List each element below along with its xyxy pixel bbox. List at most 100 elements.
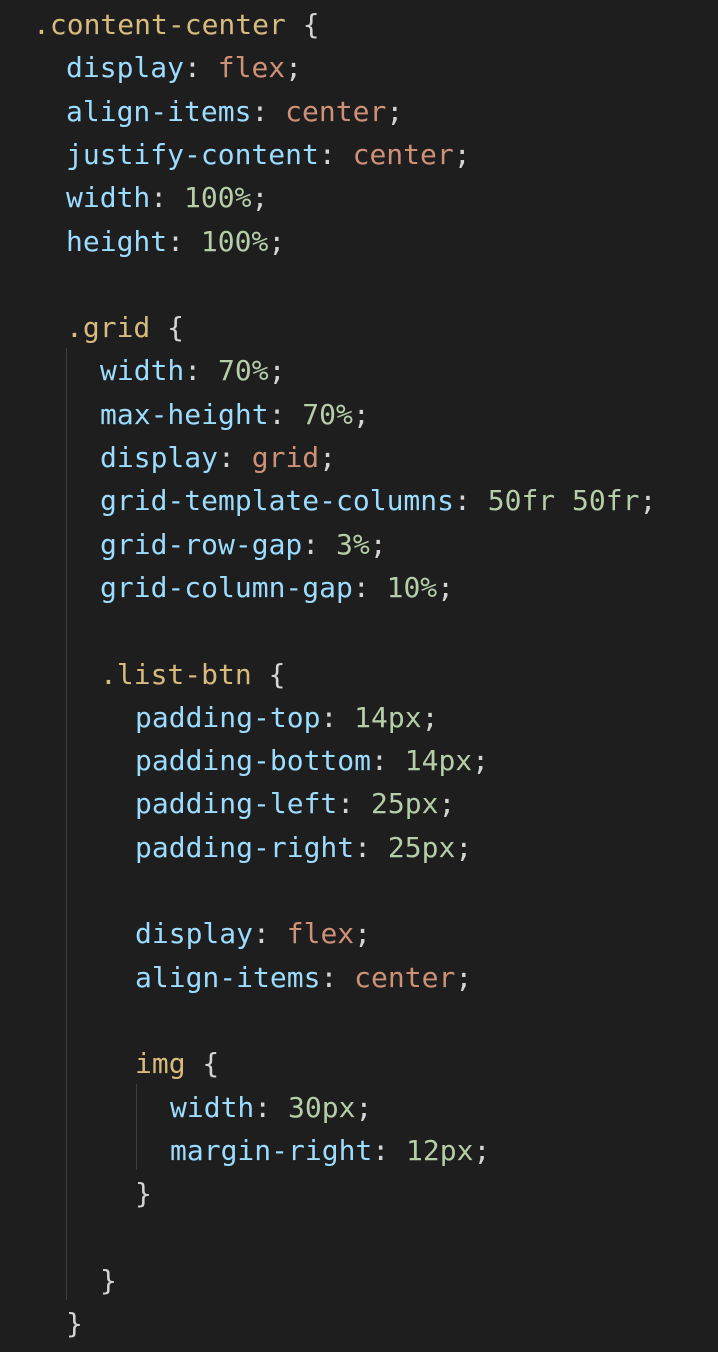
code-token: 50fr [487, 484, 556, 518]
indent-guide [66, 348, 67, 1300]
code-line: height: 100%; [66, 220, 285, 264]
code-token: img [135, 1047, 186, 1081]
code-token: : [454, 484, 488, 518]
code-token: : [254, 1090, 289, 1124]
code-token: ; [455, 830, 473, 864]
code-line: .list-btn { [100, 653, 285, 697]
code-token: display [135, 917, 254, 951]
code-token: } [135, 1177, 152, 1211]
code-line: padding-right: 25px; [135, 826, 472, 870]
code-token: width [66, 181, 151, 215]
code-line: .grid { [66, 306, 184, 350]
code-token: ; [453, 137, 471, 171]
code-token: max-height [100, 397, 269, 431]
code-line: grid-column-gap: 10%; [100, 566, 454, 610]
code-token: : [150, 181, 185, 215]
code-token: 25px [371, 787, 439, 821]
code-token: : [268, 397, 303, 431]
code-token: : [253, 917, 287, 951]
code-line: width: 100%; [66, 176, 268, 220]
code-token: .content-center [33, 8, 286, 41]
code-token: grid-column-gap [100, 570, 353, 604]
code-token: ; [421, 700, 439, 734]
code-token: ; [268, 224, 286, 258]
code-line: img { [135, 1042, 219, 1086]
code-line: width: 70%; [100, 349, 285, 393]
code-token: width [100, 354, 185, 388]
code-line: margin-right: 12px; [170, 1129, 490, 1173]
code-token: display [66, 51, 185, 85]
code-token: : [318, 137, 353, 171]
code-token: grid-row-gap [100, 527, 303, 561]
code-token: .list-btn [100, 657, 252, 691]
code-token: : [251, 94, 286, 128]
code-line: display: flex; [66, 46, 302, 90]
code-token: : [337, 787, 372, 821]
indent-guide [136, 1084, 137, 1170]
code-line: .content-center { [33, 3, 320, 47]
code-token: 3% [336, 527, 370, 561]
code-token: : [167, 224, 201, 258]
code-token: 14px [354, 700, 422, 734]
code-token: ; [355, 1090, 373, 1124]
code-token: ; [437, 570, 455, 604]
code-line: width: 30px; [170, 1086, 372, 1130]
code-token: ; [455, 960, 473, 994]
code-token: ; [369, 527, 387, 561]
code-token: 100% [184, 181, 252, 215]
code-token: 25px [387, 830, 456, 864]
code-token: center [354, 960, 456, 994]
code-token: flex [217, 51, 286, 85]
code-token: ; [386, 94, 404, 128]
code-line: align-items: center; [66, 90, 403, 134]
code-token: ; [473, 1133, 491, 1167]
code-token: : [320, 700, 355, 734]
code-token: center [285, 94, 387, 128]
code-token: 100% [200, 224, 269, 258]
code-token: ; [285, 51, 303, 85]
code-line: grid-row-gap: 3%; [100, 523, 387, 567]
code-token: flex [286, 917, 355, 951]
code-token: : [354, 830, 388, 864]
code-token: 10% [386, 570, 438, 604]
code-line: } [100, 1259, 117, 1303]
code-line: grid-template-columns: 50fr 50fr; [100, 479, 656, 523]
code-token: ; [472, 744, 490, 778]
code-line: padding-top: 14px; [135, 696, 438, 740]
code-token: 70% [218, 354, 269, 388]
code-line: display: grid; [100, 436, 336, 480]
code-token: 30px [288, 1090, 356, 1124]
code-token: ; [251, 181, 269, 215]
code-editor[interactable]: .content-center {display: flex; align-ite… [0, 0, 718, 1352]
code-token: .grid [66, 311, 151, 345]
code-token: 50fr [572, 484, 640, 518]
code-line: } [66, 1302, 83, 1346]
code-line: align-items: center; [135, 956, 472, 1000]
code-token: display [100, 441, 219, 474]
code-token: justify-content [66, 137, 319, 171]
code-token: { [285, 8, 320, 41]
code-token: ; [319, 441, 337, 474]
code-token: margin-right [170, 1133, 373, 1167]
code-line: } [135, 1172, 152, 1216]
code-token: : [320, 960, 355, 994]
code-token: padding-left [135, 787, 338, 821]
code-token: } [66, 1307, 83, 1340]
code-token: : [352, 570, 387, 604]
code-token: height [66, 224, 168, 258]
code-token: ; [639, 484, 657, 518]
code-token: ; [352, 397, 370, 431]
code-token: { [185, 1047, 220, 1081]
code-token: : [218, 441, 252, 474]
code-token: center [352, 137, 454, 171]
code-token: 12px [406, 1133, 474, 1167]
code-token: padding-top [135, 700, 321, 734]
code-line: padding-left: 25px; [135, 782, 455, 826]
code-token: ; [268, 354, 286, 388]
code-token: align-items [66, 94, 252, 128]
code-token: grid-template-columns [100, 484, 455, 518]
code-line: display: flex; [135, 912, 371, 956]
code-token: padding-right [135, 830, 355, 864]
code-token: { [251, 657, 286, 691]
